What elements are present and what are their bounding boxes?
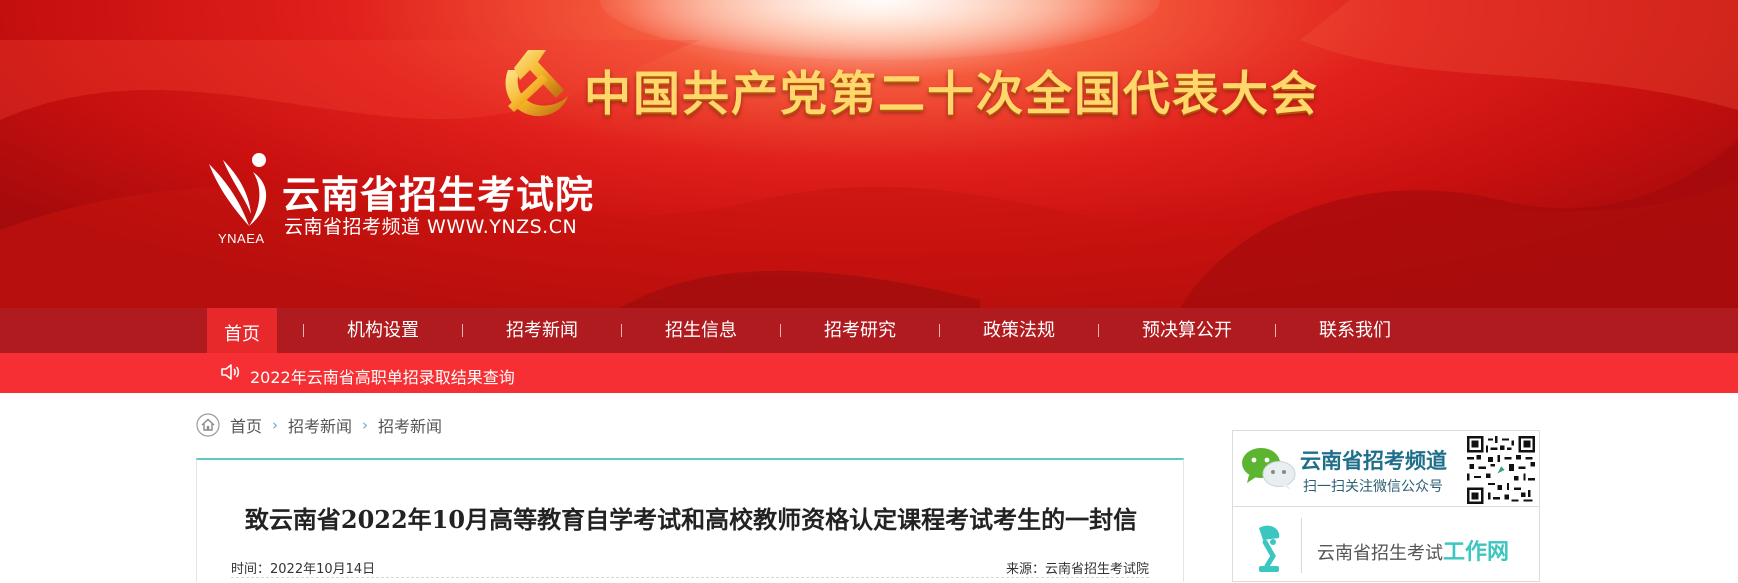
main-nav: 首页 机构设置 招考新闻 招生信息 招考研究 政策法规 预决算公开 联系我们 [0,308,1738,353]
nav-item-admissions-info[interactable]: 招生信息 [648,308,754,353]
nav-separator [303,324,304,337]
site-name[interactable]: 云南省招生考试院 [282,164,594,219]
nav-separator [462,324,463,337]
nav-item-home[interactable]: 首页 [207,308,277,353]
breadcrumb-home[interactable]: 首页 [230,413,262,437]
announcement-ticker: 2022年云南省高职单招录取结果查询 [0,353,1738,393]
ticker-link[interactable]: 2022年云南省高职单招录取结果查询 [250,364,515,388]
article-source: 来源：云南省招生考试院 [1005,562,1149,577]
nav-item-policy[interactable]: 政策法规 [966,308,1072,353]
breadcrumb-category[interactable]: 招考新闻 [288,413,352,437]
speaker-icon [221,364,240,380]
work-divider [1301,518,1302,573]
logo-abbreviation: YNAEA [218,231,265,246]
nav-separator [1098,324,1099,337]
lamp-icon [1259,525,1280,572]
party-emblem-icon [505,50,568,117]
header-banner: 中国共产党第二十次全国代表大会 YNAEA 云南省招生考试院 云南省招考频道 W… [0,0,1738,308]
work-network-label: 云南省招生考试工作网 [1317,534,1509,566]
nav-separator [621,324,622,337]
nav-separator [939,324,940,337]
nav-item-budget[interactable]: 预决算公开 [1125,308,1249,353]
congress-title: 中国共产党第二十次全国代表大会 [584,67,1319,122]
breadcrumb-separator: › [272,416,279,434]
breadcrumb-separator: › [362,416,369,434]
nav-separator [1275,324,1276,337]
meta-divider [231,577,1149,578]
home-icon [196,413,220,437]
article-panel: 致云南省2022年10月高等教育自学考试和高校教师资格认定课程考试考生的一封信 … [196,458,1184,582]
sidebar: 云南省招考频道 扫一扫关注微信公众号 云南省招生考试工作网 [1232,430,1540,582]
nav-item-organization[interactable]: 机构设置 [330,308,436,353]
nav-separator [780,324,781,337]
breadcrumb-current[interactable]: 招考新闻 [378,413,442,437]
work-network-link[interactable]: 云南省招生考试工作网 [1233,508,1539,583]
article-title: 致云南省2022年10月高等教育自学考试和高校教师资格认定课程考试考生的一封信 [244,505,1138,534]
wechat-title: 云南省招考频道 [1300,449,1447,473]
wechat-promo[interactable]: 云南省招考频道 扫一扫关注微信公众号 [1233,431,1539,507]
nav-item-contact[interactable]: 联系我们 [1302,308,1408,353]
breadcrumb: 首页 › 招考新闻 › 招考新闻 [196,412,442,438]
ynaea-logo-icon [209,153,267,226]
work-network-accent: 工作网 [1443,540,1510,565]
wechat-icon [1242,448,1296,490]
qr-code-icon [1467,436,1535,504]
site-subtitle: 云南省招考频道 WWW.YNZS.CN [284,216,578,238]
nav-item-research[interactable]: 招考研究 [807,308,913,353]
nav-item-news[interactable]: 招考新闻 [489,308,595,353]
wechat-subtitle: 扫一扫关注微信公众号 [1303,479,1443,495]
work-network-text: 云南省招生考试 [1317,543,1443,564]
article-date: 时间：2022年10月14日 [231,562,376,577]
